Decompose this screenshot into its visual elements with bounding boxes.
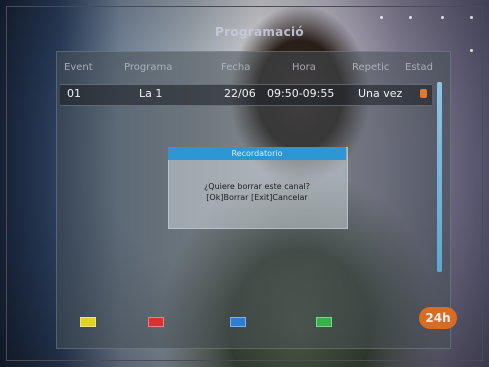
- channel-logo: 24h: [419, 307, 457, 329]
- yellow-key-icon[interactable]: [80, 317, 96, 327]
- blue-key-icon[interactable]: [230, 317, 246, 327]
- column-header-repetic: Repetic: [352, 62, 390, 73]
- studio-light: [380, 16, 383, 19]
- column-header-hora: Hora: [292, 62, 316, 73]
- recording-status-icon: [420, 89, 427, 98]
- column-header-estad: Estad: [405, 62, 433, 73]
- row-fecha: 22/06: [224, 87, 256, 100]
- dialog-question: ¿Quiere borrar este canal?: [204, 182, 310, 191]
- studio-light: [409, 16, 412, 19]
- dialog-title: Recordatorio: [168, 147, 346, 160]
- scrollbar-thumb[interactable]: [437, 82, 442, 272]
- row-repetic: Una vez: [358, 87, 403, 100]
- red-key-icon[interactable]: [148, 317, 164, 327]
- tv-screen: Programació Event Programa Fecha Hora Re…: [0, 0, 489, 367]
- green-key-icon[interactable]: [316, 317, 332, 327]
- column-header-programa: Programa: [124, 62, 173, 73]
- column-header-fecha: Fecha: [221, 62, 251, 73]
- row-event: 01: [67, 87, 81, 100]
- studio-light: [470, 16, 473, 19]
- row-programa: La 1: [139, 87, 163, 100]
- studio-light: [441, 16, 444, 19]
- screen-title: Programació: [215, 25, 304, 39]
- dialog-options[interactable]: [Ok]Borrar [Exit]Cancelar: [168, 193, 346, 202]
- row-hora: 09:50-09:55: [267, 87, 335, 100]
- column-header-event: Event: [64, 62, 93, 73]
- studio-light: [470, 49, 473, 52]
